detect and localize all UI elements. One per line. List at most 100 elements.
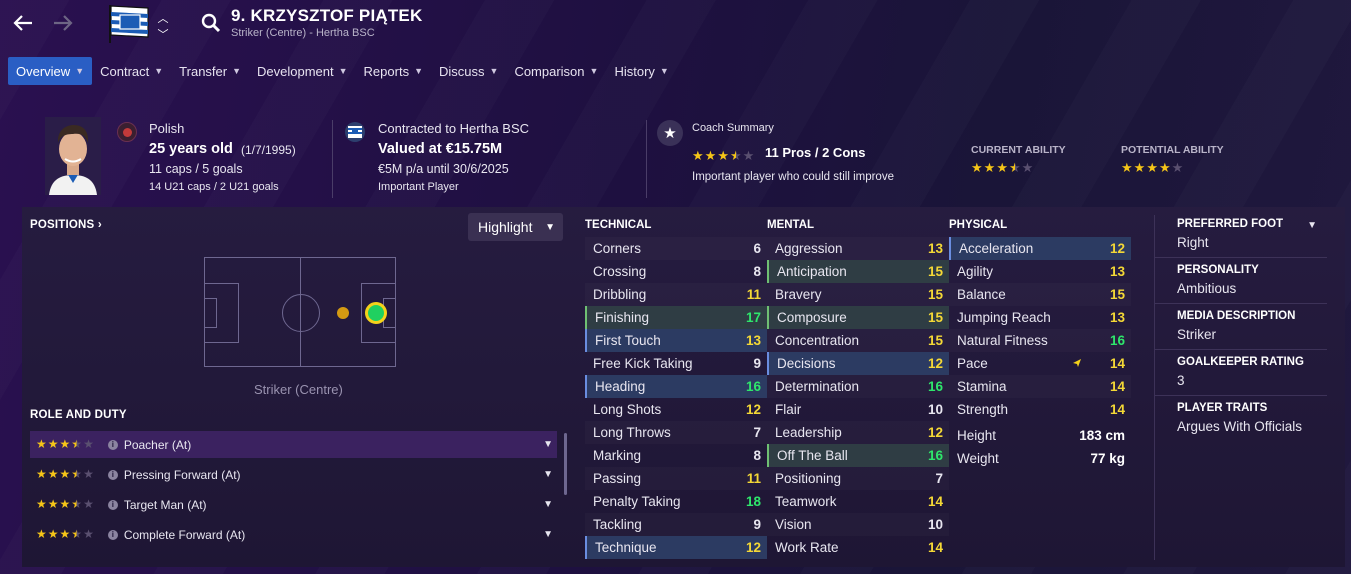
star-icon: ★ (729, 148, 742, 163)
attr-pace[interactable]: Pace 14 (949, 352, 1131, 375)
chevron-down-icon: ▼ (75, 66, 85, 76)
technical-attributes: TECHNICAL Corners 6 Crossing 8 Dribbling 11… (585, 219, 767, 559)
attr-concentration[interactable]: Concentration 15 (767, 329, 949, 352)
attr-teamwork[interactable]: Teamwork 14 (767, 490, 949, 513)
attr-corners[interactable]: Corners 6 (585, 237, 767, 260)
potential-ability-label: POTENTIAL ABILITY (1121, 144, 1224, 156)
star-icon: ★ (71, 527, 83, 541)
tab-overview[interactable]: Overview ▼ (8, 57, 93, 85)
chevron-down-icon[interactable]: ▼ (543, 469, 553, 480)
star-icon: ★ (971, 160, 983, 175)
attr-stamina[interactable]: Stamina 14 (949, 375, 1131, 398)
attr-bravery[interactable]: Bravery 15 (767, 283, 949, 306)
media-description-label: MEDIA DESCRIPTION (1177, 310, 1296, 322)
main-panel: POSITIONS › Highlight ▼ Striker (Centre) … (22, 207, 1345, 567)
star-icon: ★ (1158, 160, 1171, 175)
current-ability-stars: ★ ★ ★ ★ ★ (971, 159, 1033, 177)
info-icon[interactable]: i (107, 439, 118, 450)
attr-tackling[interactable]: Tackling 9 (585, 513, 767, 536)
attr-anticipation[interactable]: Anticipation 15 (767, 260, 949, 283)
attr-technique[interactable]: Technique 12 (585, 536, 767, 559)
forward-arrow-icon[interactable] (50, 10, 76, 36)
star-icon: ★ (717, 148, 729, 163)
star-icon: ★ (83, 467, 94, 481)
rating-stars: ★ ★ ★ ★ ★ (36, 468, 94, 481)
attr-finishing[interactable]: Finishing 17 (585, 306, 767, 329)
role-row-target-man[interactable]: ★ ★ ★ ★ ★ i Target Man (At) ▼ (30, 491, 557, 518)
goalkeeper-rating-value: 3 (1177, 373, 1185, 388)
tab-reports[interactable]: Reports ▼ (356, 57, 431, 85)
side-info: PREFERRED FOOT ▼ Right PERSONALITY Ambit… (1155, 207, 1327, 441)
contract-title[interactable]: Contracted to Hertha BSC (378, 121, 529, 136)
chevron-down-icon[interactable]: ▼ (1307, 220, 1317, 231)
role-row-poacher[interactable]: ★ ★ ★ ★ ★ i Poacher (At) ▼ (30, 431, 557, 458)
attr-flair[interactable]: Flair 10 (767, 398, 949, 421)
attr-decisions[interactable]: Decisions 12 (767, 352, 949, 375)
tab-discuss[interactable]: Discuss ▼ (431, 57, 506, 85)
position-label: Striker (Centre) (254, 382, 343, 397)
u21-caps: 14 U21 caps / 2 U21 goals (149, 181, 279, 193)
chevron-down-icon[interactable]: ▼ (543, 439, 553, 450)
chevron-down-icon[interactable]: ▼ (543, 529, 553, 540)
attr-leadership[interactable]: Leadership 12 (767, 421, 949, 444)
tab-contract[interactable]: Contract ▼ (92, 57, 171, 85)
attr-composure[interactable]: Composure 15 (767, 306, 949, 329)
attr-crossing[interactable]: Crossing 8 (585, 260, 767, 283)
attr-long-shots[interactable]: Long Shots 12 (585, 398, 767, 421)
info-icon[interactable]: i (107, 499, 118, 510)
attr-long-throws[interactable]: Long Throws 7 (585, 421, 767, 444)
attr-aggression[interactable]: Aggression 13 (767, 237, 949, 260)
back-arrow-icon[interactable] (10, 10, 36, 36)
chevron-down-icon[interactable]: ▼ (543, 499, 553, 510)
pros-cons[interactable]: 11 Pros / 2 Cons (765, 145, 865, 160)
rating-stars: ★ ★ ★ ★ ★ (36, 498, 94, 511)
attr-natural-fitness[interactable]: Natural Fitness 16 (949, 329, 1131, 352)
chevron-down-icon: ▼ (489, 66, 499, 76)
attr-marking[interactable]: Marking 8 (585, 444, 767, 467)
attr-acceleration[interactable]: Acceleration 12 (949, 237, 1131, 260)
star-icon: ★ (47, 497, 59, 511)
tab-comparison[interactable]: Comparison ▼ (506, 57, 606, 85)
attr-jumping-reach[interactable]: Jumping Reach 13 (949, 306, 1131, 329)
positions-heading[interactable]: POSITIONS › (30, 219, 102, 231)
attr-balance[interactable]: Balance 15 (949, 283, 1131, 306)
star-icon: ★ (59, 467, 71, 481)
info-icon[interactable]: i (107, 529, 118, 540)
tab-transfer[interactable]: Transfer ▼ (171, 57, 249, 85)
tab-development[interactable]: Development ▼ (249, 57, 356, 85)
personality-value: Ambitious (1177, 281, 1237, 296)
attr-off-the-ball[interactable]: Off The Ball 16 (767, 444, 949, 467)
roles-scrollbar[interactable] (564, 433, 567, 495)
attr-dribbling[interactable]: Dribbling 11 (585, 283, 767, 306)
highlight-dropdown[interactable]: Highlight ▼ (468, 213, 563, 241)
attr-passing[interactable]: Passing 11 (585, 467, 767, 490)
tab-history[interactable]: History ▼ (606, 57, 676, 85)
role-row-complete-forward[interactable]: ★ ★ ★ ★ ★ i Complete Forward (At) ▼ (30, 521, 557, 548)
star-icon: ★ (996, 160, 1008, 175)
attr-determination[interactable]: Determination 16 (767, 375, 949, 398)
search-icon[interactable] (200, 12, 222, 34)
attr-heading[interactable]: Heading 16 (585, 375, 767, 398)
player-traits-label: PLAYER TRAITS (1177, 402, 1268, 414)
attr-penalty-taking[interactable]: Penalty Taking 18 (585, 490, 767, 513)
player-traits-value[interactable]: Argues With Officials (1177, 419, 1327, 434)
attr-first-touch[interactable]: First Touch 13 (585, 329, 767, 352)
rating-stars: ★ ★ ★ ★ ★ (36, 438, 94, 451)
personality-section: PERSONALITY Ambitious (1155, 258, 1327, 304)
position-pitch (204, 257, 396, 367)
star-icon: ★ (83, 437, 94, 451)
attr-strength[interactable]: Strength 14 (949, 398, 1131, 421)
star-icon: ★ (1146, 160, 1158, 175)
star-icon: ★ (1121, 160, 1133, 175)
role-row-pressing-forward[interactable]: ★ ★ ★ ★ ★ i Pressing Forward (At) ▼ (30, 461, 557, 488)
attr-agility[interactable]: Agility 13 (949, 260, 1131, 283)
club-crest-icon[interactable] (104, 3, 150, 43)
switch-player-icon[interactable]: ︿ ﹀ (156, 10, 170, 41)
role-duty-heading: ROLE AND DUTY (30, 409, 127, 421)
star-icon: ★ (1008, 160, 1021, 175)
attr-positioning[interactable]: Positioning 7 (767, 467, 949, 490)
attr-work-rate[interactable]: Work Rate 14 (767, 536, 949, 559)
attr-vision[interactable]: Vision 10 (767, 513, 949, 536)
info-icon[interactable]: i (107, 469, 118, 480)
attr-free-kick-taking[interactable]: Free Kick Taking 9 (585, 352, 767, 375)
